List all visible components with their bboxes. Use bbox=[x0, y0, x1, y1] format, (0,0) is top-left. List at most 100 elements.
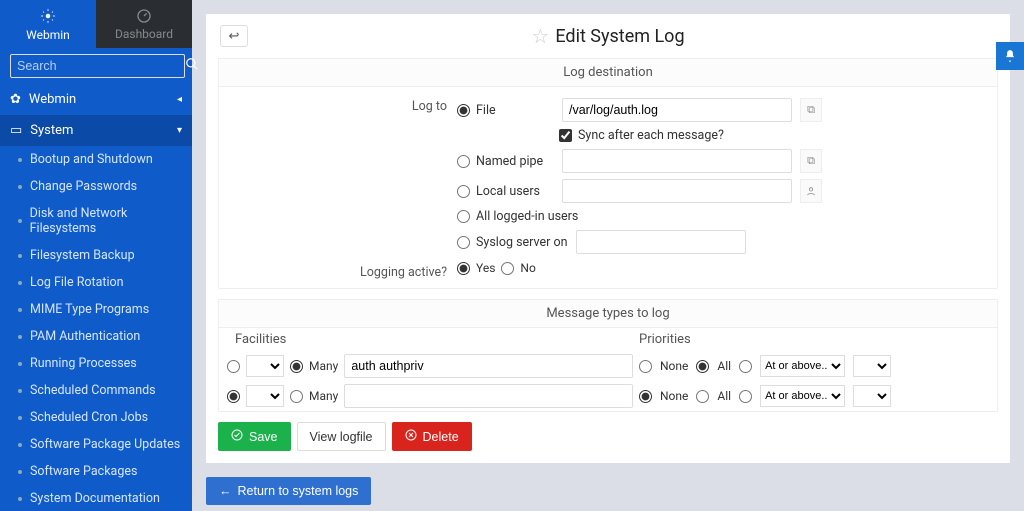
sidebar-item-disk-fs[interactable]: Disk and Network Filesystems bbox=[0, 200, 192, 242]
radio-named-pipe-label: Named pipe bbox=[476, 154, 556, 169]
sidebar-item-bootup[interactable]: Bootup and Shutdown bbox=[0, 146, 192, 173]
tab-dashboard[interactable]: Dashboard bbox=[96, 0, 192, 48]
syslog-server-input[interactable] bbox=[576, 230, 746, 254]
radio-file-label: File bbox=[476, 103, 556, 118]
radio-active-no[interactable] bbox=[501, 262, 514, 275]
sidebar-item-label: Software Package Updates bbox=[30, 437, 180, 452]
radio-syslog[interactable] bbox=[457, 236, 470, 249]
sidebar-item-pkgs[interactable]: Software Packages bbox=[0, 458, 192, 485]
prio-level-select[interactable] bbox=[853, 355, 891, 377]
label-logging-active: Logging active? bbox=[227, 261, 457, 280]
label-log-to: Log to bbox=[227, 95, 457, 114]
radio-prio-all[interactable] bbox=[696, 390, 709, 403]
sidebar-item-label: Disk and Network Filesystems bbox=[30, 206, 182, 236]
nav-label: Webmin bbox=[29, 92, 76, 107]
pipe-browse-icon[interactable]: ⧉ bbox=[800, 149, 822, 173]
prio-op-select[interactable]: At or above.. bbox=[760, 355, 845, 377]
star-icon[interactable]: ☆ bbox=[531, 24, 549, 48]
radio-all-users[interactable] bbox=[457, 210, 470, 223]
radio-facility-select[interactable] bbox=[227, 390, 240, 403]
sidebar-item-sched-cmd[interactable]: Scheduled Commands bbox=[0, 377, 192, 404]
sidebar-item-processes[interactable]: Running Processes bbox=[0, 350, 192, 377]
nav-group-webmin[interactable]: ✿ Webmin ◂ bbox=[0, 84, 192, 115]
sidebar-item-label: Bootup and Shutdown bbox=[30, 152, 153, 167]
save-button[interactable]: Save bbox=[218, 422, 291, 451]
sidebar-item-label: PAM Authentication bbox=[30, 329, 140, 344]
facility-row: Many None All At or above.. bbox=[219, 351, 997, 381]
radio-prio-atorabove[interactable] bbox=[739, 390, 752, 403]
view-label: View logfile bbox=[310, 430, 373, 444]
sync-label: Sync after each message? bbox=[578, 128, 724, 143]
sidebar-item-label: Scheduled Cron Jobs bbox=[30, 410, 148, 425]
radio-no-label: No bbox=[520, 261, 535, 275]
page-title: Edit System Log bbox=[555, 26, 684, 47]
radio-facility-many[interactable] bbox=[290, 390, 303, 403]
search-row bbox=[0, 48, 192, 84]
check-icon bbox=[231, 429, 243, 444]
sidebar-item-label: Running Processes bbox=[30, 356, 137, 371]
radio-local-users[interactable] bbox=[457, 185, 470, 198]
view-logfile-button[interactable]: View logfile bbox=[297, 422, 386, 451]
delete-icon bbox=[405, 429, 417, 444]
all-label: All bbox=[717, 389, 731, 403]
sidebar-item-label: MIME Type Programs bbox=[30, 302, 149, 317]
prio-op-select[interactable]: At or above.. bbox=[760, 385, 845, 407]
col-priorities: Priorities bbox=[639, 332, 989, 347]
local-users-input[interactable] bbox=[562, 179, 792, 203]
return-button[interactable]: ← Return to system logs bbox=[206, 477, 371, 505]
sidebar: Webmin Dashboard ✿ Webmin ◂ ▭ System ▾ bbox=[0, 0, 192, 511]
tab-dashboard-label: Dashboard bbox=[115, 27, 173, 41]
back-button[interactable]: ↩ bbox=[220, 25, 248, 47]
sidebar-item-mime[interactable]: MIME Type Programs bbox=[0, 296, 192, 323]
search-input[interactable] bbox=[10, 54, 185, 78]
none-label: None bbox=[660, 389, 688, 403]
chevron-down-icon: ▾ bbox=[177, 125, 182, 136]
radio-prio-none[interactable] bbox=[639, 390, 652, 403]
sidebar-item-label: System Documentation bbox=[30, 491, 160, 506]
radio-local-users-label: Local users bbox=[476, 184, 556, 199]
sidebar-item-change-passwords[interactable]: Change Passwords bbox=[0, 173, 192, 200]
sidebar-item-sysdoc[interactable]: System Documentation bbox=[0, 485, 192, 511]
sync-checkbox[interactable] bbox=[559, 129, 572, 142]
sidebar-item-pam[interactable]: PAM Authentication bbox=[0, 323, 192, 350]
save-label: Save bbox=[249, 430, 278, 444]
sidebar-item-sched-cron[interactable]: Scheduled Cron Jobs bbox=[0, 404, 192, 431]
delete-button[interactable]: Delete bbox=[392, 422, 472, 451]
tab-webmin[interactable]: Webmin bbox=[0, 0, 96, 48]
facility-select[interactable] bbox=[246, 385, 284, 407]
dashboard-icon bbox=[136, 8, 152, 27]
file-browse-icon[interactable]: ⧉ bbox=[800, 98, 822, 122]
radio-file[interactable] bbox=[457, 104, 470, 117]
section-title: Message types to log bbox=[219, 300, 997, 328]
radio-prio-none[interactable] bbox=[639, 360, 652, 373]
user-browse-icon[interactable] bbox=[800, 179, 822, 203]
arrow-left-icon: ← bbox=[219, 484, 232, 498]
radio-facility-many[interactable] bbox=[290, 360, 303, 373]
file-path-input[interactable] bbox=[562, 98, 792, 122]
sidebar-item-log-rotation[interactable]: Log File Rotation bbox=[0, 269, 192, 296]
sidebar-item-fs-backup[interactable]: Filesystem Backup bbox=[0, 242, 192, 269]
gear-icon: ✿ bbox=[10, 92, 21, 107]
sidebar-item-pkg-updates[interactable]: Software Package Updates bbox=[0, 431, 192, 458]
radio-prio-atorabove[interactable] bbox=[739, 360, 752, 373]
nav-label: System bbox=[30, 123, 73, 138]
chevron-left-icon: ◂ bbox=[177, 94, 182, 105]
radio-prio-all[interactable] bbox=[696, 360, 709, 373]
none-label: None bbox=[660, 359, 688, 373]
radio-all-users-label: All logged-in users bbox=[476, 209, 578, 224]
facility-text-input[interactable] bbox=[344, 384, 633, 408]
facility-text-input[interactable] bbox=[344, 354, 633, 378]
radio-facility-select[interactable] bbox=[227, 360, 240, 373]
radio-active-yes[interactable] bbox=[457, 262, 470, 275]
facility-select[interactable] bbox=[246, 355, 284, 377]
facility-row: Many None All At or above.. bbox=[219, 381, 997, 411]
nav-group-system[interactable]: ▭ System ▾ bbox=[0, 115, 192, 146]
sidebar-item-label: Change Passwords bbox=[30, 179, 137, 194]
radio-named-pipe[interactable] bbox=[457, 155, 470, 168]
named-pipe-input[interactable] bbox=[562, 149, 792, 173]
action-buttons: Save View logfile Delete bbox=[206, 412, 1010, 463]
radio-yes-label: Yes bbox=[476, 261, 495, 275]
sidebar-item-label: Scheduled Commands bbox=[30, 383, 156, 398]
system-icon: ▭ bbox=[10, 123, 22, 138]
prio-level-select[interactable] bbox=[853, 385, 891, 407]
